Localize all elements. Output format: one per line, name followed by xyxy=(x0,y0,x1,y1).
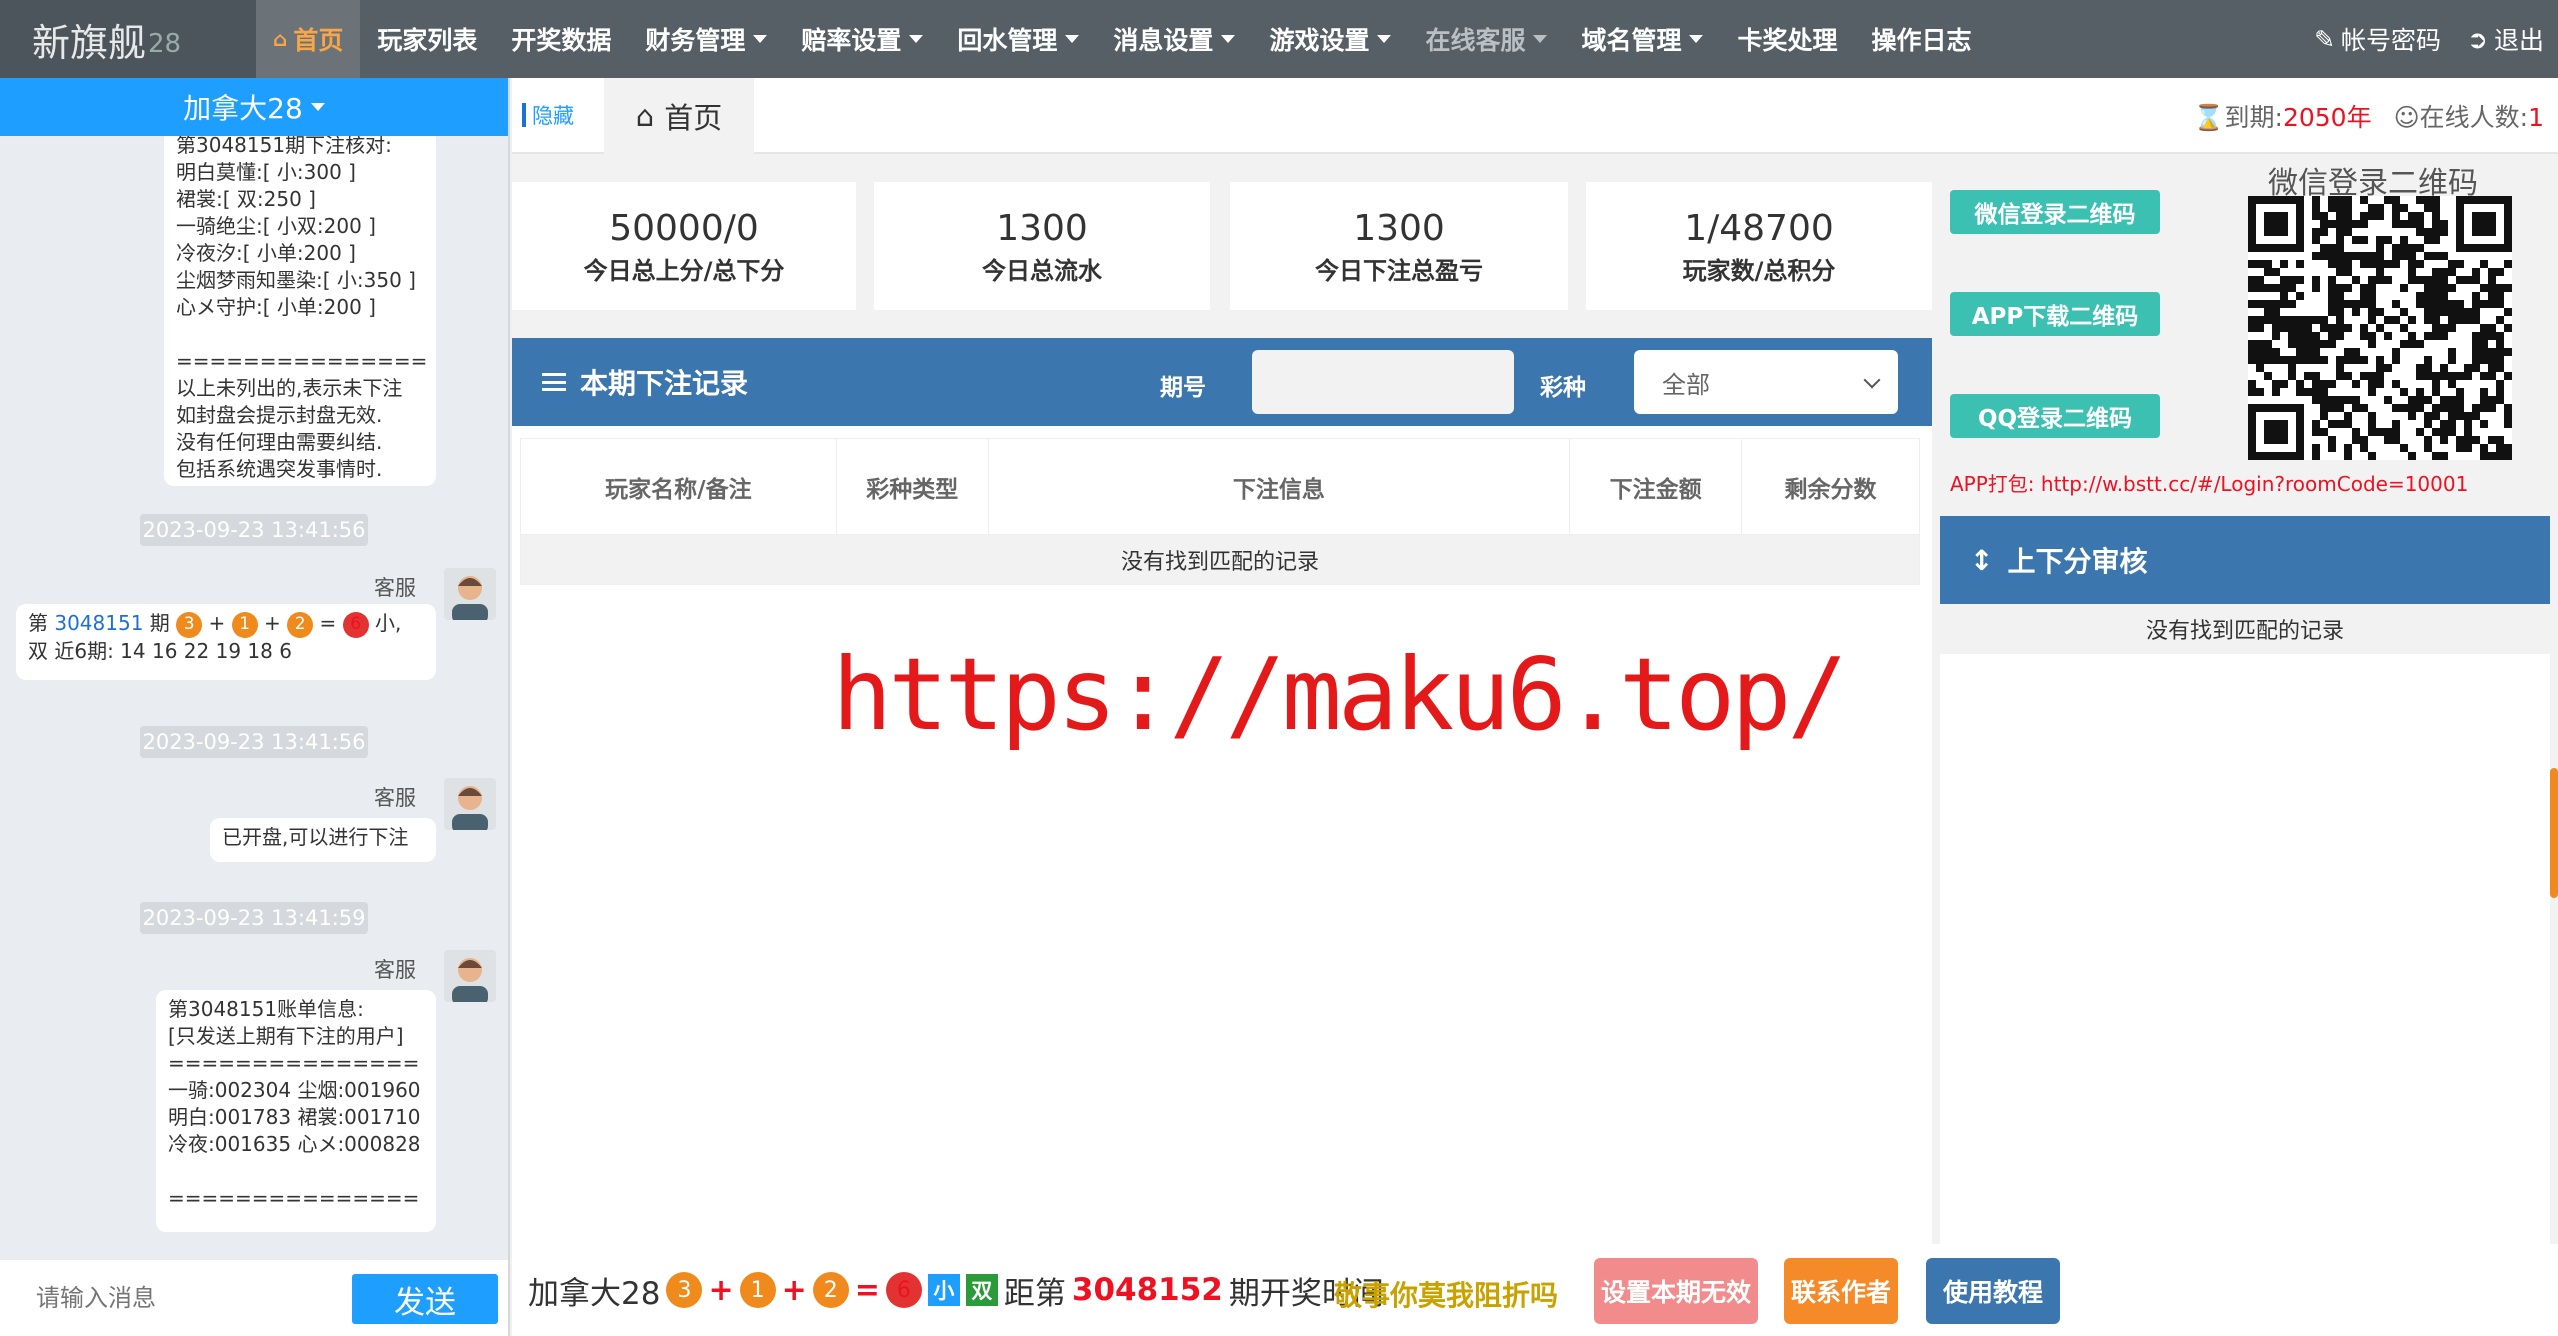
sort-icon: ↕ xyxy=(1970,543,1994,577)
stat-card-flow: 1300 今日总流水 xyxy=(874,182,1210,310)
chat-message: 第3048151期下注核对: 明白莫懂:[ 小:300 ] 裙裳:[ 双:250… xyxy=(164,136,436,486)
audit-panel-header: ↕ 上下分审核 xyxy=(1940,516,2550,604)
bets-panel-header: 本期下注记录 期号 彩种 全部 xyxy=(512,338,1932,426)
sender-name: 客服 xyxy=(374,958,416,982)
brand-logo: 新旗舰 28 xyxy=(0,0,256,78)
nav-home[interactable]: ⌂ 首页 xyxy=(256,0,361,78)
qq-qr-button[interactable]: QQ登录二维码 xyxy=(1950,394,2160,438)
app-pack-link[interactable]: APP打包: http://w.bstt.cc/#/Login?roomCode… xyxy=(1950,468,2468,497)
account-password-link[interactable]: ✎ 帐号密码 xyxy=(2314,21,2441,57)
chevron-down-icon xyxy=(1377,35,1392,43)
top-navbar: 新旗舰 28 ⌂ 首页 玩家列表 开奖数据 财务管理 赔率设置 回水管理 消息设置 … xyxy=(0,0,2558,78)
send-button[interactable]: 发送 xyxy=(352,1274,498,1324)
contact-author-button[interactable]: 联系作者 xyxy=(1784,1258,1898,1324)
avatar xyxy=(444,778,496,830)
bottom-status-bar: 加拿大28 3 + 1 + 2 = 6 小 双 距第 3048152 期开奖时间 敬事你莫… xyxy=(512,1244,2558,1336)
bets-panel-title: 本期下注记录 xyxy=(542,362,748,402)
chat-input-bar: 发送 xyxy=(0,1260,508,1336)
nav-player-list[interactable]: 玩家列表 xyxy=(360,0,494,78)
home-icon: ⌂ xyxy=(273,27,288,51)
edit-icon: ✎ xyxy=(2314,24,2336,54)
menu-icon xyxy=(542,373,566,391)
col-bet-info[interactable]: 下注信息 xyxy=(987,438,1571,535)
online-count: ☺在线人数:1 xyxy=(2393,103,2544,132)
qr-code-image xyxy=(2248,196,2512,460)
hourglass-icon: ⌛ xyxy=(2193,103,2225,132)
stat-card-score: 50000/0 今日总上分/总下分 xyxy=(512,182,856,310)
chevron-down-icon xyxy=(1689,35,1704,43)
tab-bar: 隐藏 ⌂ 首页 ⌛到期:2050年 ☺在线人数:1 xyxy=(512,78,2558,154)
chevron-down-icon xyxy=(753,35,768,43)
chat-message: 第3048151账单信息: [只发送上期有下注的用户] ============… xyxy=(156,990,436,1232)
nav-operation-log[interactable]: 操作日志 xyxy=(1855,0,1989,78)
tab-bar-status: ⌛到期:2050年 ☺在线人数:1 xyxy=(2193,78,2544,154)
col-remaining[interactable]: 剩余分数 xyxy=(1741,438,1920,535)
main-content: 隐藏 ⌂ 首页 ⌛到期:2050年 ☺在线人数:1 50000/0 今日总上分/总下… xyxy=(512,78,2558,1336)
empty-row: 没有找到匹配的记录 xyxy=(520,534,1920,585)
col-player[interactable]: 玩家名称/备注 xyxy=(520,438,837,535)
nav-online-service[interactable]: 在线客服 xyxy=(1408,0,1564,78)
nav-stuck-draw[interactable]: 卡奖处理 xyxy=(1720,0,1854,78)
hide-sidebar-button[interactable]: 隐藏 xyxy=(522,100,574,130)
chevron-down-icon xyxy=(1065,35,1080,43)
issue-label: 期号 xyxy=(1160,375,1206,401)
chat-timestamp: 2023-09-23 13:41:56 xyxy=(140,514,368,546)
marquee-text: 敬事你莫我阻折吗 xyxy=(1334,1279,1559,1312)
set-invalid-button[interactable]: 设置本期无效 xyxy=(1594,1258,1758,1324)
chat-message-input[interactable] xyxy=(36,1284,336,1312)
nav-finance[interactable]: 财务管理 xyxy=(628,0,784,78)
chat-message: 已开盘,可以进行下注 xyxy=(210,818,436,862)
bets-table-panel: 玩家名称/备注 彩种类型 下注信息 下注金额 剩余分数 没有找到匹配的记录 ht… xyxy=(512,426,1932,1244)
wechat-qr-button[interactable]: 微信登录二维码 xyxy=(1950,190,2160,234)
watermark-url: https://maku6.top/ xyxy=(832,636,1848,753)
tab-home[interactable]: ⌂ 首页 xyxy=(604,78,754,154)
chevron-down-icon xyxy=(909,35,924,43)
sender-name: 客服 xyxy=(374,576,416,600)
home-icon: ⌂ xyxy=(635,99,655,133)
chat-sidebar: 加拿大28 第3048151期下注核对: 明白莫懂:[ 小:300 ] 裙裳:[… xyxy=(0,78,510,1336)
chevron-down-icon xyxy=(1533,35,1548,43)
nav-draw-data[interactable]: 开奖数据 xyxy=(494,0,628,78)
region-selector[interactable]: 加拿大28 xyxy=(0,78,508,136)
avatar xyxy=(444,568,496,620)
col-lottery-type[interactable]: 彩种类型 xyxy=(835,438,989,535)
main-nav: ⌂ 首页 玩家列表 开奖数据 财务管理 赔率设置 回水管理 消息设置 游戏设置 在… xyxy=(256,0,1989,78)
logout-link[interactable]: ➲ 退出 xyxy=(2467,21,2544,57)
nav-odds[interactable]: 赔率设置 xyxy=(784,0,940,78)
nav-game-settings[interactable]: 游戏设置 xyxy=(1252,0,1408,78)
chat-timestamp: 2023-09-23 13:41:56 xyxy=(140,726,368,758)
chevron-down-icon xyxy=(310,103,325,111)
chevron-down-icon xyxy=(1863,371,1881,389)
stat-card-profit: 1300 今日下注总盈亏 xyxy=(1230,182,1568,310)
tutorial-button[interactable]: 使用教程 xyxy=(1926,1258,2060,1324)
kind-select[interactable]: 全部 xyxy=(1634,350,1898,414)
user-icon: ☺ xyxy=(2393,103,2420,132)
nav-rebate[interactable]: 回水管理 xyxy=(940,0,1096,78)
stat-card-players: 1/48700 玩家数/总积分 xyxy=(1586,182,1932,310)
nav-domain[interactable]: 域名管理 xyxy=(1564,0,1720,78)
chat-timestamp: 2023-09-23 13:41:59 xyxy=(140,902,368,934)
nav-messages[interactable]: 消息设置 xyxy=(1096,0,1252,78)
kind-label: 彩种 xyxy=(1540,375,1586,401)
chat-log[interactable]: 第3048151期下注核对: 明白莫懂:[ 小:300 ] 裙裳:[ 双:250… xyxy=(0,136,508,1260)
draw-result: 加拿大28 3 + 1 + 2 = 6 小 双 距第 3048152 期开奖时间 xyxy=(528,1272,1384,1312)
sender-name: 客服 xyxy=(374,786,416,810)
app-qr-button[interactable]: APP下载二维码 xyxy=(1950,292,2160,336)
avatar xyxy=(444,950,496,1002)
audit-panel: ↕ 上下分审核 没有找到匹配的记录 xyxy=(1940,516,2550,1244)
chat-message: 第 3048151 期 3 + 1 + 2 = 6 小, 双 近6期: 14 1… xyxy=(16,604,436,680)
issue-input[interactable] xyxy=(1252,350,1514,414)
chevron-down-icon xyxy=(1221,35,1236,43)
top-right-links: ✎ 帐号密码 ➲ 退出 xyxy=(2314,0,2544,78)
scrollbar-thumb[interactable] xyxy=(2550,768,2558,898)
expire-info: ⌛到期:2050年 xyxy=(2193,103,2372,132)
logout-icon: ➲ xyxy=(2467,24,2488,54)
col-bet-amount[interactable]: 下注金额 xyxy=(1569,438,1743,535)
audit-empty-row: 没有找到匹配的记录 xyxy=(1940,604,2550,654)
bets-table: 玩家名称/备注 彩种类型 下注信息 下注金额 剩余分数 没有找到匹配的记录 xyxy=(520,438,1920,585)
collapse-icon xyxy=(522,103,526,127)
